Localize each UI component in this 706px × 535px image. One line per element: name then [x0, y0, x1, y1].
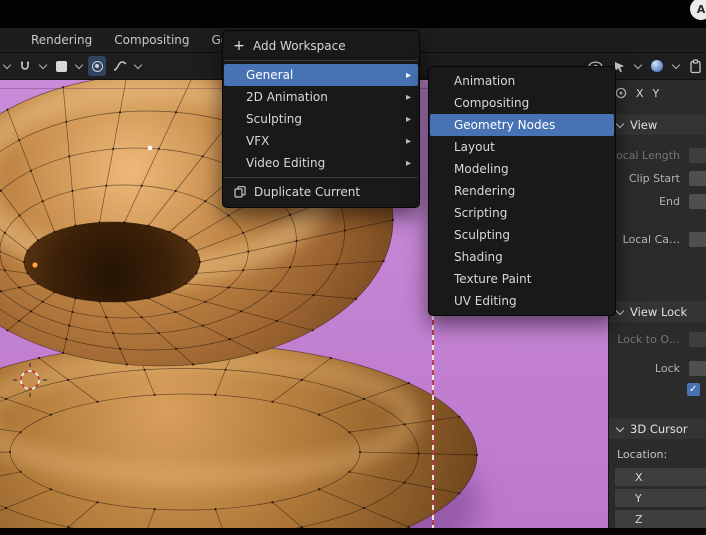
submenu-arrow-icon: ▸ [405, 91, 411, 103]
submenu-item-animation[interactable]: Animation [430, 70, 614, 92]
clip-end-field[interactable] [689, 194, 706, 209]
region-divider-dashed-line [432, 310, 434, 528]
menu-separator [224, 177, 418, 178]
magnet-icon [21, 61, 29, 70]
cursor-x-field[interactable]: X [615, 468, 706, 486]
plus-icon: + [233, 38, 245, 54]
lock-to-object-field[interactable] [689, 332, 706, 347]
snap-magnet-button[interactable] [16, 56, 34, 76]
submenu-item-scripting[interactable]: Scripting [430, 202, 614, 224]
location-label: Location: [617, 448, 668, 461]
menu-item-duplicate-current[interactable]: Duplicate Current [224, 181, 418, 203]
menu-item-sculpting[interactable]: Sculpting ▸ [224, 108, 418, 130]
submenu-arrow-icon: ▸ [405, 135, 411, 147]
axis-y-button[interactable]: Y [653, 87, 660, 100]
collapse-chevron-icon [616, 121, 624, 129]
shading-sphere-icon [651, 60, 663, 72]
workspace-tab-rendering[interactable]: Rendering [20, 30, 103, 50]
row-clip-start: Clip Start [609, 169, 706, 189]
shading-chevron-icon[interactable] [672, 62, 680, 70]
menu-item-video-editing[interactable]: Video Editing ▸ [224, 152, 418, 174]
submenu-item-uv-editing[interactable]: UV Editing [430, 290, 614, 312]
panel-title: View Lock [630, 304, 688, 319]
axis-x-button[interactable]: X [636, 87, 644, 100]
duplicate-icon [234, 186, 246, 198]
selected-vertex[interactable] [147, 145, 153, 151]
menu-item-2d-animation[interactable]: 2D Animation ▸ [224, 86, 418, 108]
snap-target-icon [55, 60, 67, 72]
panel-header-view[interactable]: View [609, 114, 706, 135]
proportional-editing-button[interactable] [88, 56, 106, 76]
gizmo-icon [615, 87, 627, 99]
row-lock-to-object: Lock to O… [609, 330, 706, 350]
account-badge[interactable]: A [690, 0, 706, 20]
submenu-arrow-icon: ▸ [405, 157, 411, 169]
snap-target-button[interactable] [52, 56, 70, 76]
clipboard-button[interactable] [686, 56, 704, 76]
submenu-item-rendering[interactable]: Rendering [430, 180, 614, 202]
menu-separator [224, 60, 418, 61]
bottom-edge [0, 528, 706, 535]
clip-start-field[interactable] [689, 171, 706, 186]
viewport-header-tools [0, 56, 142, 76]
row-clip-end: End [609, 192, 706, 212]
viewport-sidebar: X Y View Focal Length Clip Start End Loc… [608, 80, 706, 528]
donut-hole [24, 222, 200, 302]
row-focal-length: Focal Length [609, 146, 706, 166]
gizmo-axis-row: X Y [609, 80, 706, 106]
viewport-shading-button[interactable] [648, 56, 666, 76]
local-camera-field[interactable] [689, 232, 706, 247]
falloff-curve-icon [113, 61, 127, 71]
row-local-camera: Local Ca… [609, 230, 706, 250]
cursor-y-field[interactable]: Y [615, 489, 706, 507]
gizmo-chevron-icon[interactable] [634, 62, 642, 70]
submenu-item-compositing[interactable]: Compositing [430, 92, 614, 114]
falloff-button[interactable] [111, 56, 129, 76]
z-field-label: Z [635, 512, 643, 526]
submenu-item-shading[interactable]: Shading [430, 246, 614, 268]
submenu-item-texture-paint[interactable]: Texture Paint [430, 268, 614, 290]
add-workspace-menu: + Add Workspace General ▸ 2D Animation ▸… [222, 30, 420, 208]
x-field-label: X [635, 470, 643, 484]
collapse-chevron-icon [616, 308, 624, 316]
panel-title: View [630, 117, 658, 132]
editor-type-chevron-icon[interactable] [3, 62, 11, 70]
blender-window: A Rendering Compositing Geon [0, 0, 706, 535]
clipboard-icon [689, 58, 701, 73]
menu-title-label: Add Workspace [253, 39, 346, 53]
submenu-item-modeling[interactable]: Modeling [430, 158, 614, 180]
lock-field[interactable] [689, 361, 706, 376]
submenu-item-layout[interactable]: Layout [430, 136, 614, 158]
submenu-item-sculpting[interactable]: Sculpting [430, 224, 614, 246]
panel-title: 3D Cursor [630, 421, 688, 436]
panel-header-3d-cursor[interactable]: 3D Cursor [609, 418, 706, 439]
focal-length-field[interactable] [689, 148, 706, 163]
menu-item-vfx[interactable]: VFX ▸ [224, 130, 418, 152]
submenu-arrow-icon: ▸ [405, 69, 411, 81]
general-templates-submenu: Animation Compositing Geometry Nodes Lay… [428, 66, 616, 316]
object-origin [32, 262, 38, 268]
row-lock: Lock [609, 359, 706, 379]
snap-target-chevron-icon[interactable] [75, 62, 83, 70]
workspace-tab-compositing[interactable]: Compositing [103, 30, 200, 50]
falloff-chevron-icon[interactable] [134, 62, 142, 70]
panel-header-view-lock[interactable]: View Lock [609, 301, 706, 322]
snap-options-chevron-icon[interactable] [39, 62, 47, 70]
cursor-z-field[interactable]: Z [615, 510, 706, 528]
collapse-chevron-icon [616, 425, 624, 433]
lock-checkbox[interactable] [687, 383, 700, 396]
topbar: A [0, 0, 706, 28]
y-field-label: Y [635, 491, 642, 505]
submenu-item-geometry-nodes[interactable]: Geometry Nodes [430, 114, 614, 136]
menu-title-add-workspace: + Add Workspace [223, 35, 419, 57]
proportional-editing-icon [91, 60, 103, 72]
menu-item-general[interactable]: General ▸ [224, 64, 418, 86]
submenu-arrow-icon: ▸ [405, 113, 411, 125]
